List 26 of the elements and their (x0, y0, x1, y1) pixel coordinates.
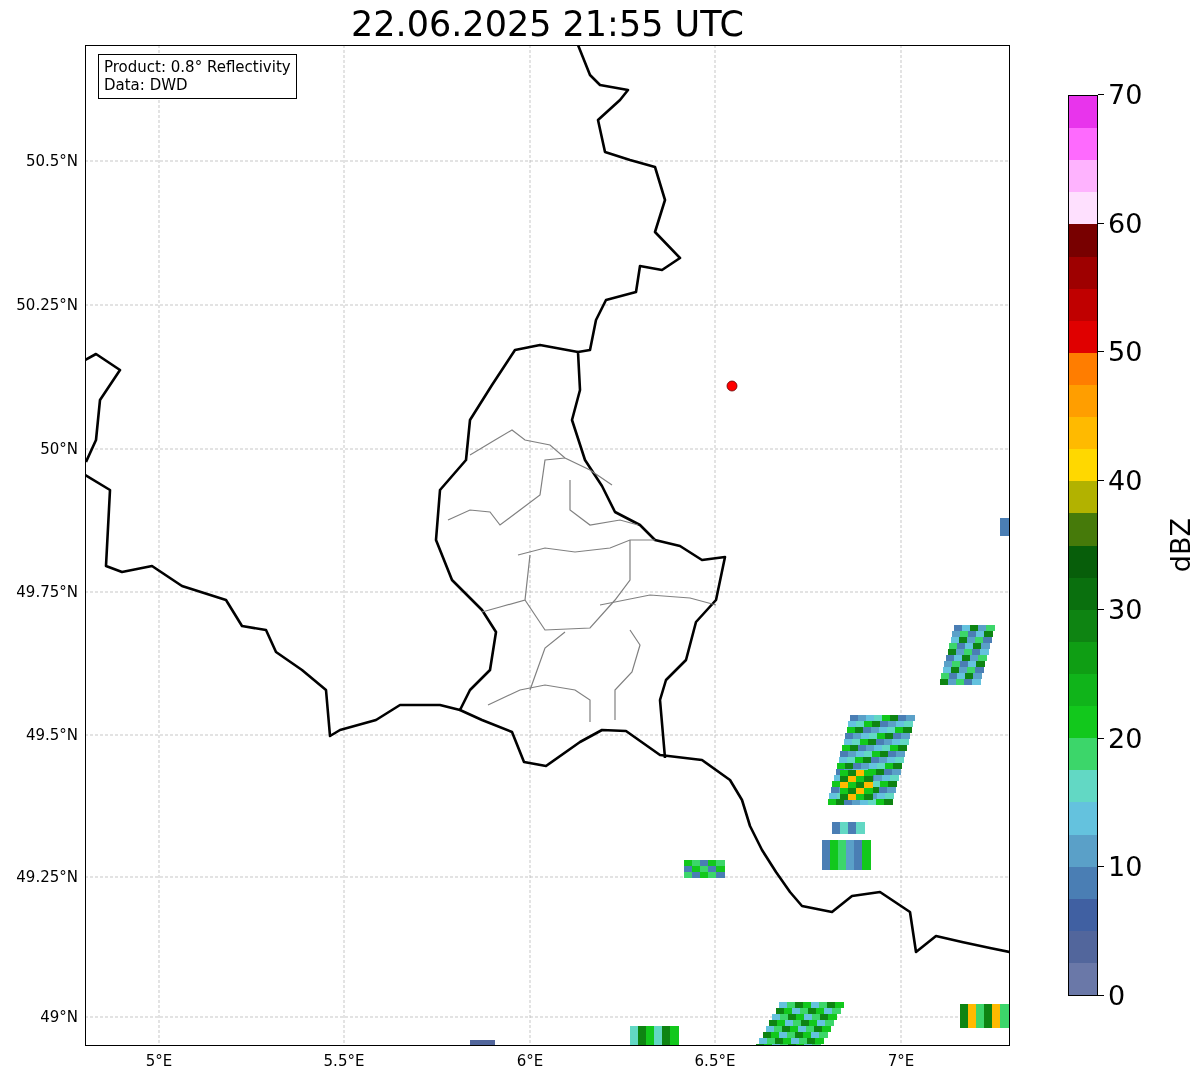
radar-site-marker (726, 380, 738, 392)
axis-tick-label: 5°E (144, 1052, 174, 1070)
axis-tick-label: 49°N (39, 1008, 78, 1026)
axis-tick-label: 50°N (39, 440, 78, 458)
axis-tick-label: 50.25°N (15, 296, 78, 314)
axis-tick-label: 5.5°E (322, 1052, 366, 1070)
colorbar-tick-label: 10 (1108, 852, 1143, 883)
colorbar-tick-label: 0 (1108, 981, 1126, 1011)
colorbar-tick-label: 40 (1108, 466, 1143, 497)
colorbar-tick-label: 60 (1108, 208, 1143, 239)
axis-tick-label: 49.75°N (15, 583, 78, 601)
chart-title: 22.06.2025 21:55 UTC (350, 4, 745, 44)
colorbar-tick-label: 30 (1108, 594, 1143, 625)
axis-tick-label: 49.25°N (15, 868, 78, 886)
colorbar-tick-label: 20 (1108, 723, 1143, 754)
colorbar-tick (1098, 94, 1104, 95)
axis-tick-label: 7°E (886, 1052, 916, 1070)
info-text: Product: 0.8° Reflectivity (104, 58, 291, 76)
axis-tick-label: 49.5°N (24, 726, 78, 744)
colorbar-tick-label: 70 (1108, 80, 1143, 110)
colorbar-label: dBZ (1165, 518, 1197, 573)
axis-tick-label: 6.5°E (693, 1052, 737, 1070)
info-text: Data: DWD (104, 76, 189, 94)
colorbar-tick-label: 50 (1108, 337, 1143, 368)
axis-tick-label: 6°E (515, 1052, 545, 1070)
axis-tick-label: 50.5°N (24, 152, 78, 170)
